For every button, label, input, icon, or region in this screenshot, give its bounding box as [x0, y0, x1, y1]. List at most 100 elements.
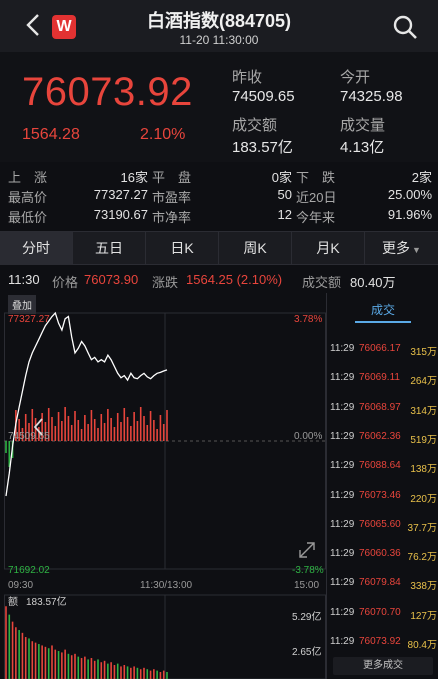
stat-value: 73190.67	[93, 207, 148, 222]
volume-axis-mid: 2.65亿	[292, 647, 322, 658]
trade-ticks-panel: 成交 11:29 76066.17 315万 11:29 76069.11 264万 11:…	[326, 293, 438, 679]
top-bar: W 白酒指数(884705) 11-20 11:30:00	[0, 0, 438, 52]
trade-volume: 519万	[410, 434, 437, 446]
market-stats: 上 涨 16家 平 盘 0家 下 跌 2家 最高价 77327.27 市盈率 5…	[0, 163, 438, 229]
tab-more-label: 更多	[382, 240, 411, 256]
info-change: 1564.25 (2.10%)	[186, 272, 283, 287]
trade-price: 76073.92	[359, 636, 401, 647]
trade-volume: 127万	[410, 610, 437, 622]
trade-price: 76070.70	[359, 606, 401, 618]
stat-label: 下 跌	[296, 170, 336, 185]
stats-row: 最低价 73190.67 市净率 12 今年来 91.96%	[0, 207, 438, 227]
stat-value: 12	[277, 207, 292, 222]
trade-volume: 138万	[410, 464, 437, 476]
trade-price: 76069.11	[359, 372, 400, 384]
trade-row: 11:29 76069.11 264万	[327, 370, 438, 387]
info-amount-label: 成交额	[302, 275, 342, 290]
axis-mid-pct: 0.00%	[294, 431, 323, 442]
intraday-chart[interactable]: 叠加 77327.27 3.78% 74509.65 0.00% 71692.0…	[4, 293, 326, 679]
trade-volume: 314万	[410, 405, 437, 417]
trade-row: 11:29 76073.92 80.4万	[327, 634, 438, 651]
more-trades-button[interactable]: 更多成交	[333, 657, 433, 675]
price-change: 1564.28	[22, 126, 80, 143]
period-tabs: 分时 五日 日K 周K 月K 更多 ▼	[0, 231, 438, 265]
trade-row: 11:29 76070.70 127万	[327, 605, 438, 622]
trade-time: 11:29	[330, 606, 355, 618]
tab-intraday[interactable]: 分时	[0, 232, 73, 265]
volume-label: 额	[8, 597, 18, 608]
trade-time: 11:29	[330, 372, 355, 384]
trade-price: 76060.36	[359, 548, 401, 560]
info-amount: 80.40万	[350, 275, 396, 290]
tab-trades[interactable]: 成交	[355, 301, 411, 318]
quote-panel: 76073.92 1564.28 2.10% 昨收 74509.65 今开 74…	[0, 52, 438, 162]
stat-value: 16家	[120, 170, 148, 185]
trade-row: 11:29 76066.17 315万	[327, 341, 438, 358]
volume-label: 成交量	[340, 117, 386, 134]
overlay-button[interactable]: 叠加	[8, 295, 36, 314]
trade-time: 11:29	[330, 548, 355, 560]
volume-value: 4.13亿	[340, 139, 385, 156]
prev-close-value: 74509.65	[232, 88, 295, 105]
time-mid-label: 11:30/13:00	[140, 580, 193, 591]
axis-top-pct: 3.78%	[294, 314, 323, 325]
stats-row: 最高价 77327.27 市盈率 50 近20日 25.00%	[0, 187, 438, 207]
trade-time: 11:29	[330, 401, 355, 413]
fullscreen-icon[interactable]	[296, 539, 318, 561]
trade-row: 11:29 76065.60 37.7万	[327, 517, 438, 534]
amount-label: 成交额	[232, 117, 278, 134]
time-start-label: 09:30	[8, 580, 34, 591]
trade-row: 11:29 76079.84 338万	[327, 575, 438, 592]
volume-total: 183.57亿	[26, 597, 67, 608]
trade-price: 76062.36	[359, 430, 401, 442]
trade-price: 76073.46	[359, 489, 401, 501]
trade-time: 11:29	[330, 518, 355, 530]
stat-label: 今年来	[296, 210, 336, 225]
trade-time: 11:29	[330, 489, 355, 501]
info-change-label: 涨跌	[152, 275, 179, 290]
last-price: 76073.92	[22, 70, 193, 114]
amount-value: 183.57亿	[232, 139, 293, 156]
prev-close-label: 昨收	[232, 69, 263, 86]
stat-value: 50	[277, 187, 292, 202]
axis-bottom-price: 71692.02	[8, 565, 50, 576]
stat-label: 市盈率	[152, 190, 192, 205]
tab-daily-k[interactable]: 日K	[146, 232, 219, 265]
stat-label: 最高价	[8, 190, 48, 205]
stat-value: 25.00%	[387, 187, 432, 202]
trade-price: 76088.64	[359, 460, 401, 472]
stat-label: 最低价	[8, 210, 48, 225]
trade-time: 11:29	[330, 430, 355, 442]
trade-row: 11:29 76060.36 76.2万	[327, 546, 438, 564]
stat-label: 市净率	[152, 210, 192, 225]
stat-value: 91.96%	[387, 207, 432, 222]
tab-monthly-k[interactable]: 月K	[292, 232, 365, 265]
trade-price: 76066.17	[359, 343, 401, 354]
tab-underline	[355, 321, 411, 323]
info-price-label: 价格	[52, 275, 79, 290]
info-time: 11:30	[8, 272, 40, 287]
volume-axis-top: 5.29亿	[292, 612, 322, 623]
stat-value: 2家	[411, 170, 432, 185]
trade-volume: 76.2万	[407, 552, 437, 564]
trade-price: 76065.60	[359, 518, 401, 530]
trade-time: 11:29	[330, 343, 355, 354]
chevron-left-icon[interactable]	[30, 416, 48, 438]
tab-more[interactable]: 更多 ▼	[365, 232, 438, 265]
trade-row: 11:29 76062.36 519万	[327, 429, 438, 446]
trade-price: 76068.97	[359, 401, 401, 413]
open-value: 74325.98	[340, 88, 403, 105]
tab-weekly-k[interactable]: 周K	[219, 232, 292, 265]
search-icon[interactable]	[392, 14, 418, 40]
tab-five-day[interactable]: 五日	[73, 232, 146, 265]
stat-label: 上 涨	[8, 170, 48, 185]
trade-price: 76079.84	[359, 577, 401, 589]
page-title: 白酒指数(884705)	[146, 11, 292, 31]
caret-down-icon: ▼	[412, 245, 421, 255]
time-end-label: 15:00	[294, 580, 320, 591]
info-price: 76073.90	[84, 272, 139, 287]
trade-row: 11:29 76068.97 314万	[327, 400, 438, 417]
stats-row: 上 涨 16家 平 盘 0家 下 跌 2家	[0, 167, 438, 187]
stat-label: 平 盘	[152, 170, 192, 185]
price-line	[5, 311, 168, 497]
